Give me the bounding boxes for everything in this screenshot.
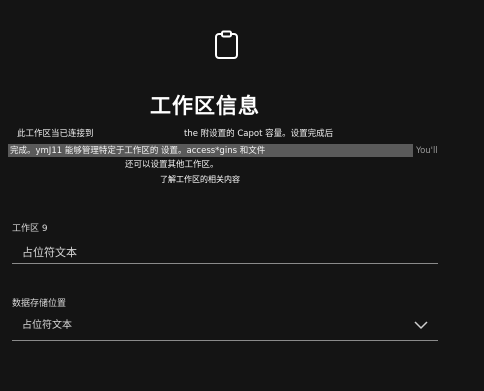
description-line-2: 完成。ymJ11 能够管理特定于工作区的 设置。access*gins 和文件 — [10, 146, 266, 156]
data-location-select[interactable]: 占位符文本 — [12, 313, 438, 341]
description-line-3: 还可以设置其他工作区。 — [125, 160, 219, 170]
workspace-name-label: 工作区 9 — [12, 224, 48, 234]
learn-more-link[interactable]: 了解工作区的相关内容 — [160, 174, 240, 185]
description-line-2-tail: You'll — [416, 146, 438, 156]
page-title: 工作区信息 — [150, 94, 260, 118]
description-line-1-left: 此工作区当已连接到 — [17, 129, 94, 139]
clipboard-icon — [215, 30, 238, 59]
chevron-down-icon[interactable] — [414, 320, 428, 330]
data-location-label: 数据存储位置 — [12, 299, 67, 309]
workspace-info-page: { "header": { "icon": "clipboard-icon", … — [0, 0, 484, 391]
workspace-name-input[interactable] — [12, 240, 438, 264]
data-location-value: 占位符文本 — [22, 320, 72, 331]
description-line-1-right: the 附设置的 Capot 容量。设置完成后 — [184, 129, 334, 139]
